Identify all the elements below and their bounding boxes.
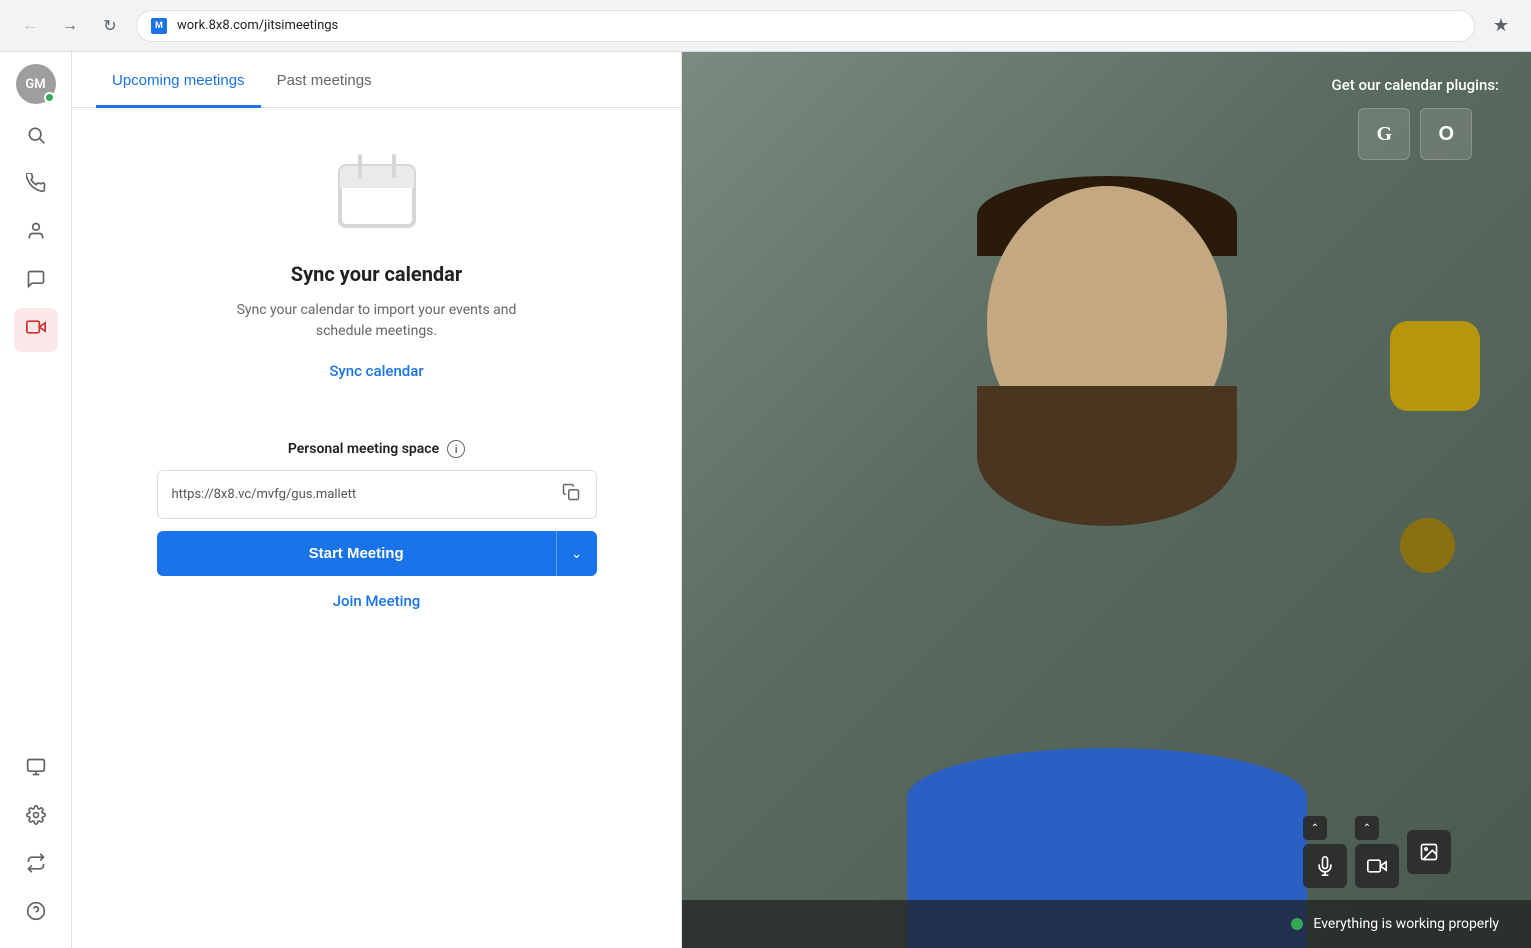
sidebar-item-contacts[interactable] — [14, 212, 58, 256]
tab-content-upcoming: Sync your calendar Sync your calendar to… — [72, 108, 681, 948]
settings-icon — [26, 805, 46, 831]
start-meeting-dropdown[interactable]: ⌄ — [556, 531, 597, 576]
contacts-icon — [26, 221, 46, 247]
app-container: GM — [0, 52, 1531, 948]
url-text: work.8x8.com/jitsimeetings — [177, 18, 338, 33]
background-button[interactable] — [1407, 830, 1451, 874]
office-plugin-button[interactable]: O — [1420, 108, 1472, 160]
sidebar-item-settings[interactable] — [14, 796, 58, 840]
personal-meeting-space: Personal meeting space i https://8x8.vc/… — [157, 440, 597, 610]
sync-calendar-link[interactable]: Sync calendar — [329, 362, 423, 380]
status-text: Everything is working properly — [1313, 916, 1499, 932]
reload-button[interactable]: ↻ — [96, 12, 124, 40]
main-panel: Upcoming meetings Past meetings Sync you… — [72, 52, 682, 948]
avatar-initials: GM — [25, 77, 45, 92]
join-meeting-link[interactable]: Join Meeting — [157, 592, 597, 610]
google-plugin-button[interactable]: G — [1358, 108, 1410, 160]
google-icon: G — [1376, 123, 1392, 146]
swap-icon — [26, 853, 46, 879]
status-bar: Everything is working properly — [682, 900, 1531, 948]
deco-shape-2 — [1400, 518, 1455, 573]
sidebar-item-search[interactable] — [14, 116, 58, 160]
search-icon — [26, 125, 46, 151]
sidebar-item-desktop[interactable] — [14, 748, 58, 792]
plugins-row: G O — [1358, 108, 1472, 160]
start-meeting-button[interactable]: Start Meeting — [157, 531, 556, 576]
sidebar-item-chat[interactable] — [14, 260, 58, 304]
chat-icon — [26, 269, 46, 295]
address-bar[interactable]: M work.8x8.com/jitsimeetings — [136, 10, 1475, 42]
personal-space-header: Personal meeting space i — [157, 440, 597, 458]
start-meeting-row: Start Meeting ⌄ — [157, 531, 597, 576]
info-icon[interactable]: i — [447, 440, 465, 458]
camera-expand-button[interactable]: ⌃ — [1355, 816, 1379, 840]
mic-expand-button[interactable]: ⌃ — [1303, 816, 1327, 840]
tab-upcoming[interactable]: Upcoming meetings — [96, 52, 261, 108]
help-icon — [26, 901, 46, 927]
sidebar: GM — [0, 52, 72, 948]
deco-shape-1 — [1390, 321, 1480, 411]
video-icon — [26, 317, 46, 343]
plugins-label: Get our calendar plugins: — [1332, 76, 1500, 94]
person-beard — [977, 386, 1237, 526]
avatar[interactable]: GM — [16, 64, 56, 104]
phone-icon — [26, 173, 46, 199]
person-head — [967, 186, 1247, 526]
mic-button[interactable] — [1303, 844, 1347, 888]
video-background — [682, 52, 1531, 948]
presence-badge — [44, 92, 55, 103]
sidebar-item-phone[interactable] — [14, 164, 58, 208]
sidebar-item-help[interactable] — [14, 892, 58, 936]
calendar-illustration — [332, 148, 422, 242]
forward-button[interactable]: → — [56, 12, 84, 40]
site-favicon: M — [151, 18, 167, 34]
sidebar-item-video[interactable] — [14, 308, 58, 352]
copy-url-button[interactable] — [560, 481, 582, 508]
calendar-plugins-section: Get our calendar plugins: G O — [1332, 76, 1500, 160]
desktop-icon — [26, 757, 46, 783]
camera-button[interactable] — [1355, 844, 1399, 888]
tab-past[interactable]: Past meetings — [261, 52, 388, 108]
sidebar-item-swap[interactable] — [14, 844, 58, 888]
personal-space-label: Personal meeting space — [288, 441, 439, 457]
tabs-bar: Upcoming meetings Past meetings — [72, 52, 681, 108]
status-indicator — [1291, 918, 1303, 930]
office-icon: O — [1438, 123, 1454, 146]
back-button[interactable]: ← — [16, 12, 44, 40]
meeting-url-field: https://8x8.vc/mvfg/gus.mallett — [157, 470, 597, 519]
meeting-url-text: https://8x8.vc/mvfg/gus.mallett — [172, 487, 560, 502]
sync-description: Sync your calendar to import your events… — [237, 300, 517, 342]
sync-title: Sync your calendar — [291, 262, 462, 286]
video-controls: ⌃ ⌃ — [1303, 816, 1451, 888]
browser-bar: ← → ↻ M work.8x8.com/jitsimeetings ★ — [0, 0, 1531, 52]
video-panel: Get our calendar plugins: G O ⌃ ⌃ — [682, 52, 1531, 948]
bookmark-button[interactable]: ★ — [1487, 12, 1515, 40]
